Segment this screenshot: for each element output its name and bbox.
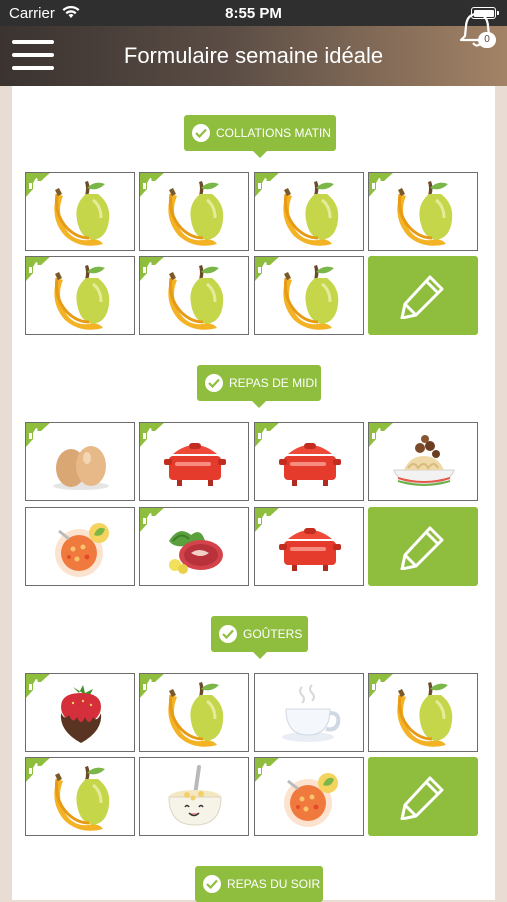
thumbs-up-icon <box>254 507 280 533</box>
thumbs-up-icon <box>254 172 280 198</box>
section-title: COLLATIONS MATIN <box>216 126 331 140</box>
clock: 8:55 PM <box>225 5 282 22</box>
fruit-icon <box>49 761 113 833</box>
thumbs-up-icon <box>254 256 280 282</box>
food-tile-fruit[interactable] <box>25 256 135 335</box>
edit-button-gouters[interactable] <box>368 757 478 836</box>
thumbs-up-icon <box>368 422 394 448</box>
section-header-collations-matin: COLLATIONS MATIN <box>184 115 336 158</box>
fruit-icon <box>392 176 456 248</box>
food-tile-fruit[interactable] <box>25 172 135 251</box>
food-tile-fruit[interactable] <box>254 256 364 335</box>
status-bar: Carrier 8:55 PM <box>0 0 507 26</box>
chocolate-strawberry-icon <box>49 677 113 749</box>
casserole-icon <box>278 426 342 498</box>
pencil-icon <box>400 273 446 319</box>
page-title: Formulaire semaine idéale <box>123 43 384 68</box>
check-icon <box>192 124 210 142</box>
notification-badge: 0 <box>478 32 496 48</box>
fruit-icon <box>49 260 113 332</box>
section-title: REPAS DU SOIR <box>227 877 321 891</box>
meat-icon <box>163 511 227 583</box>
section-title: GOÛTERS <box>243 627 303 641</box>
food-tile-fruit[interactable] <box>25 757 135 836</box>
fruit-icon <box>49 176 113 248</box>
tea-cup-icon <box>278 677 342 749</box>
section-header-gouters: GOÛTERS <box>211 616 308 659</box>
thumbs-up-icon <box>139 422 165 448</box>
food-tile-fruit[interactable] <box>139 256 249 335</box>
food-tile-fruit[interactable] <box>368 172 478 251</box>
food-tile-pasta[interactable] <box>368 422 478 501</box>
food-tile-chocolate-strawberry[interactable] <box>25 673 135 752</box>
fruit-icon <box>278 260 342 332</box>
pasta-icon <box>392 426 456 498</box>
food-tile-tea[interactable] <box>254 673 364 752</box>
fruit-icon <box>163 176 227 248</box>
fruit-icon <box>278 176 342 248</box>
edit-button-collations-matin[interactable] <box>368 256 478 335</box>
thumbs-up-icon <box>25 256 51 282</box>
soup-icon <box>49 511 113 583</box>
thumbs-up-icon <box>368 172 394 198</box>
food-tile-casserole[interactable] <box>254 422 364 501</box>
fruit-icon <box>392 677 456 749</box>
thumbs-up-icon <box>139 673 165 699</box>
casserole-icon <box>278 511 342 583</box>
thumbs-up-icon <box>25 757 51 783</box>
thumbs-up-icon <box>139 507 165 533</box>
nav-bar: Formulaire semaine idéale <box>0 26 507 86</box>
thumbs-up-icon <box>139 256 165 282</box>
food-tile-casserole[interactable] <box>254 507 364 586</box>
fruit-icon <box>163 260 227 332</box>
food-tile-fruit[interactable] <box>368 673 478 752</box>
thumbs-up-icon <box>25 422 51 448</box>
thumbs-up-icon <box>139 172 165 198</box>
edit-button-repas-de-midi[interactable] <box>368 507 478 586</box>
pencil-icon <box>400 524 446 570</box>
section-title: REPAS DE MIDI <box>229 376 318 390</box>
food-tile-casserole[interactable] <box>139 422 249 501</box>
food-tile-fruit[interactable] <box>139 673 249 752</box>
thumbs-up-icon <box>254 422 280 448</box>
fruit-icon <box>163 677 227 749</box>
check-icon <box>219 625 237 643</box>
food-tile-meat[interactable] <box>139 507 249 586</box>
pencil-icon <box>400 774 446 820</box>
check-icon <box>205 374 223 392</box>
food-tile-fruit[interactable] <box>139 172 249 251</box>
food-tile-eggs[interactable] <box>25 422 135 501</box>
thumbs-up-icon <box>254 757 280 783</box>
thumbs-up-icon <box>25 673 51 699</box>
yogurt-icon <box>163 761 227 833</box>
food-tile-yogurt[interactable] <box>139 757 249 836</box>
thumbs-up-icon <box>368 673 394 699</box>
casserole-icon <box>163 426 227 498</box>
food-tile-soup[interactable] <box>25 507 135 586</box>
eggs-icon <box>49 426 113 498</box>
section-header-repas-du-soir: REPAS DU SOIR <box>195 866 323 902</box>
soup-icon <box>278 761 342 833</box>
section-header-repas-de-midi: REPAS DE MIDI <box>197 365 321 408</box>
check-icon <box>203 875 221 893</box>
food-tile-soup[interactable] <box>254 757 364 836</box>
food-tile-fruit[interactable] <box>254 172 364 251</box>
thumbs-up-icon <box>25 172 51 198</box>
